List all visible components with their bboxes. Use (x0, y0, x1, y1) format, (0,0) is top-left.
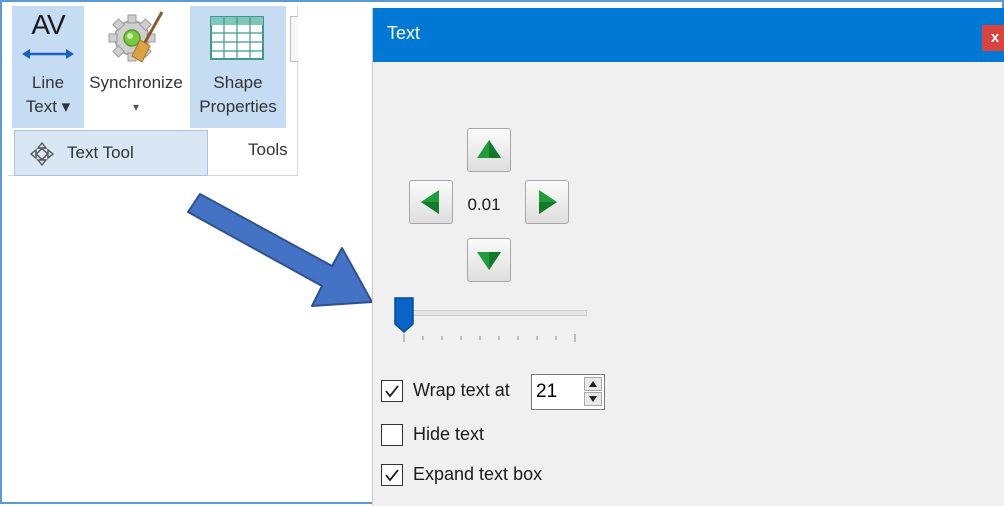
checkmark-icon (385, 469, 399, 482)
av-icon: AV (20, 8, 76, 66)
text-tool-icon (29, 141, 55, 167)
expand-text-box-label: Expand text box (413, 464, 543, 484)
text-dialog: Text x 0.01 Wrap text at 21 Hide text Ex… (372, 8, 1004, 506)
move-down-button[interactable] (467, 238, 511, 282)
close-button[interactable]: x (982, 25, 1004, 51)
arrow-down-icon (477, 252, 501, 270)
wrap-text-checkbox[interactable] (381, 380, 403, 402)
synchronize-button[interactable]: Synchronize ▾ (86, 6, 186, 128)
arrow-left-icon (421, 190, 439, 214)
line-text-label-1: Line (31, 73, 65, 92)
slider-ticks (403, 334, 576, 342)
expand-text-box-row: Expand text box (381, 462, 601, 490)
dialog-titlebar[interactable]: Text x (373, 8, 1004, 62)
move-up-button[interactable] (467, 128, 511, 172)
shape-properties-label-2: Properties (199, 97, 277, 116)
move-left-button[interactable] (409, 180, 453, 224)
dialog-body: 0.01 Wrap text at 21 Hide text Expand te… (373, 62, 1004, 506)
dialog-title: Text (387, 23, 421, 43)
wrap-width-spinbox[interactable]: 21 (531, 374, 605, 410)
ribbon-panel: AV Line Text ▾ Synchronize ▾ Shape Prope… (8, 6, 298, 176)
synchronize-label: Synchronize (89, 73, 183, 92)
spin-up-icon (589, 381, 597, 387)
callout-arrow-icon (187, 193, 373, 307)
arrow-up-icon (477, 140, 501, 158)
hide-text-checkbox[interactable] (381, 424, 403, 446)
move-right-button[interactable] (525, 180, 569, 224)
spin-buttons (584, 377, 602, 407)
expand-text-box-checkbox[interactable] (381, 464, 403, 486)
screenshot-frame: AV Line Text ▾ Synchronize ▾ Shape Prope… (0, 0, 1004, 506)
synchronize-dropdown-icon: ▾ (132, 100, 140, 114)
hide-text-label: Hide text (413, 424, 485, 444)
spin-up-button[interactable] (584, 377, 602, 391)
ribbon-overflow-edge (290, 16, 298, 62)
checkmark-icon (385, 385, 399, 398)
wrap-width-value[interactable]: 21 (536, 381, 557, 403)
tools-group-row: Text Tool Tools (8, 130, 298, 176)
shape-properties-label-1: Shape (213, 73, 263, 92)
hide-text-row: Hide text (381, 422, 581, 450)
spin-down-button[interactable] (584, 392, 602, 406)
step-value: 0.01 (467, 195, 501, 214)
step-slider-track[interactable] (397, 310, 587, 316)
step-slider-thumb[interactable] (393, 296, 415, 334)
arrow-right-icon (539, 190, 557, 214)
wrap-text-label: Wrap text at (413, 380, 510, 400)
tools-group-label: Tools (248, 140, 288, 159)
line-text-button[interactable]: AV Line Text ▾ (12, 6, 84, 128)
line-text-label-2: Text ▾ (25, 97, 71, 116)
text-tool-menu-item[interactable]: Text Tool (14, 130, 208, 176)
shape-properties-button[interactable]: Shape Properties (190, 6, 286, 128)
gear-broom-icon (108, 11, 164, 63)
table-grid-icon (210, 16, 264, 60)
spin-down-icon (589, 396, 597, 402)
text-tool-label: Text Tool (67, 143, 134, 162)
av-icon-text: AV (31, 9, 65, 40)
wrap-text-row: Wrap text at (381, 378, 531, 406)
